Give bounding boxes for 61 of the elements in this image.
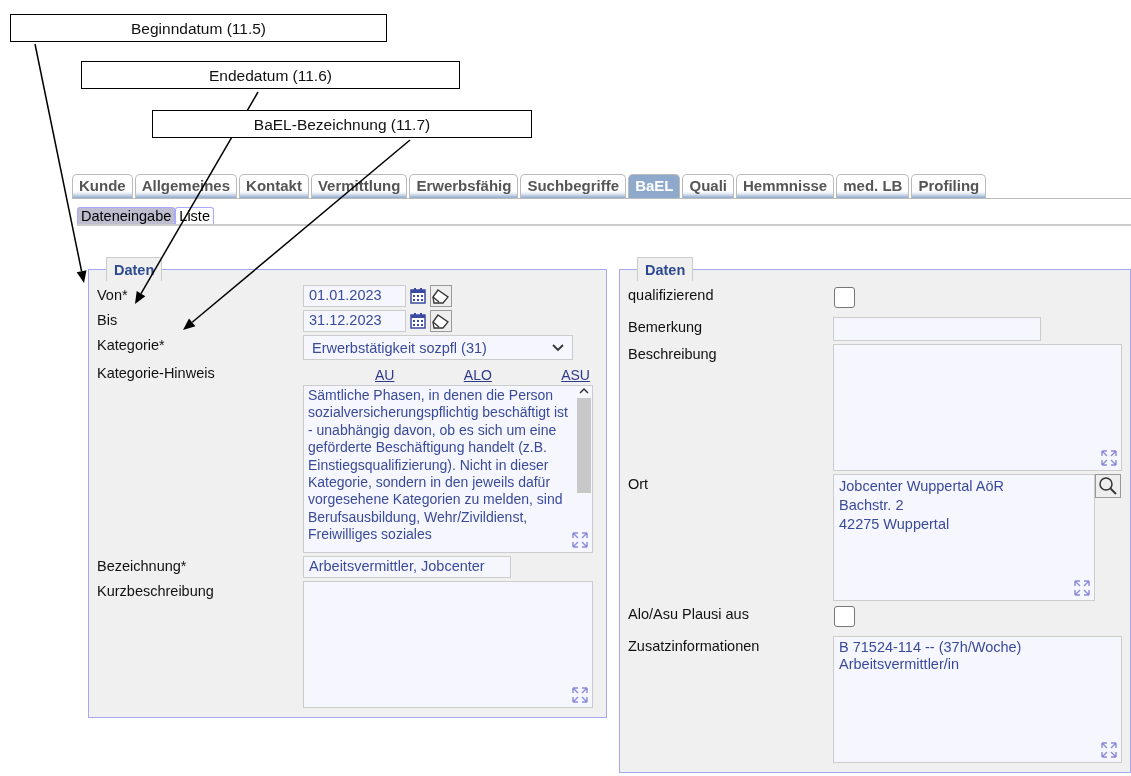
tab[interactable]: Kunde [72, 174, 133, 198]
chevron-down-icon [552, 343, 564, 352]
expand-icon [571, 531, 589, 549]
eraser-icon [432, 313, 450, 329]
field-label: Bis [97, 311, 119, 330]
search-icon [1098, 476, 1118, 496]
date-field[interactable]: 01.01.2023 [303, 285, 406, 307]
link[interactable]: AU [375, 367, 395, 383]
panel-legend: Daten [106, 257, 163, 281]
field-label: Zusatzinformationen [628, 637, 761, 656]
panel-legend: Daten [637, 257, 694, 281]
field-label: Beschreibung [628, 345, 718, 364]
expand-icon [1100, 449, 1118, 467]
dropdown-value: Erwerbstätigkeit sozpfl (31) [312, 339, 487, 356]
chevron-up-icon [579, 387, 589, 394]
callout-box: BaEL-Bezeichnung (11.7) [152, 110, 532, 138]
subtab[interactable]: Dateneingabe [77, 207, 176, 224]
field-label: Kategorie* [97, 336, 166, 355]
field-label: Kategorie-Hinweis [97, 364, 216, 383]
field-label: Bezeichnung* [97, 557, 188, 576]
search-button[interactable] [1095, 474, 1121, 498]
dropdown[interactable]: Erwerbstätigkeit sozpfl (31) [303, 335, 573, 360]
field-label: Von* [97, 286, 129, 305]
link[interactable]: ALO [463, 367, 492, 383]
checkbox[interactable] [834, 606, 855, 627]
field-label: Bemerkung [628, 318, 704, 337]
clear-button[interactable] [430, 285, 452, 307]
text-field[interactable]: Arbeitsvermittler, Jobcenter [303, 556, 511, 578]
field-label: Alo/Asu Plausi aus [628, 605, 750, 624]
expand-icon [1073, 579, 1091, 597]
expand-icon [571, 686, 589, 704]
field-text: B 71524-114 -- (37h/Woche) [839, 639, 1023, 656]
field-label: Ort [628, 475, 650, 494]
tab[interactable]: med. LB [836, 174, 910, 198]
text-area[interactable]: Jobcenter Wuppertal AöR Bachstr. 2 42275 Wuppertal [833, 474, 1095, 601]
expand-icon [1100, 741, 1118, 759]
tab[interactable]: Quali [682, 174, 734, 198]
tab[interactable]: Profiling [911, 174, 987, 198]
clear-button[interactable] [430, 310, 452, 332]
text-field[interactable] [833, 317, 1041, 341]
tab[interactable]: Suchbegriffe [520, 174, 627, 198]
callout-box: Beginndatum (11.5) [10, 14, 387, 42]
eraser-icon [432, 288, 450, 304]
checkbox[interactable] [834, 287, 855, 308]
tab[interactable]: Hemmnisse [736, 174, 835, 198]
field-text: 42275 Wuppertal [839, 515, 951, 534]
field-text: Jobcenter Wuppertal AöR [839, 477, 1005, 496]
link[interactable]: ASU [561, 367, 590, 383]
field-text: Bachstr. 2 [839, 496, 905, 515]
field-text: Sämtliche Phasen, in denen die Person sozialversicherungspflichtig beschäftigt ist - unabhängig davon, ob es sich um eine geförderte Beschäftigung handelt (z.B. Einstiegsqualifizierung). Nicht in dieser Kategorie, sondern in den jeweils dafür vorgesehene Kategorien zu melden, sind Berufsausbildung, Wehr/Zivildienst, Freiwilliges soziales [308, 387, 569, 545]
text-area[interactable]: B 71524-114 -- (37h/Woche) Arbeitsvermittler/in [833, 636, 1122, 763]
callout-box: Endedatum (11.6) [81, 61, 460, 89]
text-area[interactable] [303, 385, 593, 553]
field-label: Kurzbeschreibung [97, 582, 215, 601]
tab[interactable]: Erwerbsfähig [409, 174, 519, 198]
field-text: Arbeitsvermittler/in [839, 656, 961, 673]
calendar-icon[interactable] [409, 312, 427, 330]
field-label: qualifizierend [628, 286, 715, 305]
tab[interactable]: Kontakt [239, 174, 309, 198]
date-field[interactable]: 31.12.2023 [303, 310, 406, 332]
calendar-icon[interactable] [409, 287, 427, 305]
